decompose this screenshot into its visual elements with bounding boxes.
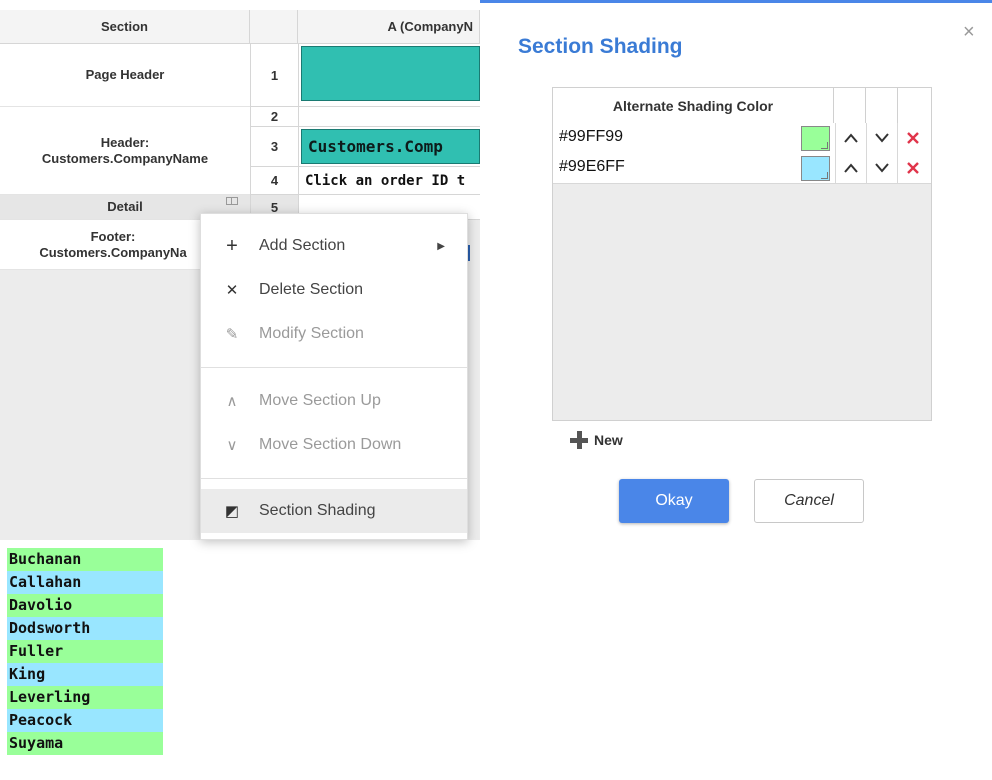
close-icon: ✕ <box>225 282 239 299</box>
cell-a4[interactable]: Click an order ID t <box>298 167 480 195</box>
chevron-down-icon <box>875 163 889 173</box>
cell-a3[interactable]: Customers.Comp <box>301 129 480 164</box>
submenu-arrow-icon: ▶ <box>437 240 445 252</box>
menu-item-modify-section-label: Modify Section <box>259 325 364 342</box>
alternate-shading-color-header: Alternate Shading Color <box>553 88 834 123</box>
chevron-down-icon: ∨ <box>226 437 238 454</box>
row-number-3-label: 3 <box>270 139 279 154</box>
context-menu: + Add Section ▶ ✕ Delete Section ✎ Modif… <box>200 213 468 540</box>
header-blank-cell <box>866 88 898 123</box>
shading-color-table: Alternate Shading Color #99FF99 #99E6FF <box>552 87 932 421</box>
menu-separator <box>201 478 467 479</box>
menu-item-section-shading[interactable]: ◩ Section Shading <box>201 489 467 533</box>
list-item: Peacock <box>7 709 163 732</box>
section-page-header[interactable]: Page Header <box>0 44 250 107</box>
okay-button[interactable]: Okay <box>619 479 729 523</box>
delete-x-icon <box>907 162 919 174</box>
row-number-4-label: 4 <box>270 173 279 188</box>
menu-item-add-section-label: Add Section <box>259 237 346 254</box>
plus-icon: + <box>226 234 238 257</box>
delete-row-button[interactable] <box>897 153 928 183</box>
delete-x-icon <box>907 132 919 144</box>
move-up-button[interactable] <box>835 153 866 183</box>
cell-a2[interactable] <box>298 107 480 127</box>
section-column-header: Section <box>0 10 250 44</box>
menu-item-move-section-down-label: Move Section Down <box>259 436 402 453</box>
row-number-1[interactable]: 1 <box>250 44 298 107</box>
list-item: King <box>7 663 163 686</box>
section-detail-label: Detail <box>107 199 143 214</box>
shading-table-header-row: Alternate Shading Color <box>553 88 931 124</box>
section-detail-toggle-icon[interactable] <box>226 197 238 205</box>
shading-icon: ◩ <box>224 503 240 520</box>
menu-separator <box>201 367 467 368</box>
menu-item-add-section[interactable]: + Add Section ▶ <box>201 224 467 268</box>
delete-row-button[interactable] <box>897 123 928 153</box>
new-row-button-label: New <box>594 432 623 448</box>
move-down-button[interactable] <box>866 123 897 153</box>
section-shading-dialog: Section Shading × Alternate Shading Colo… <box>480 0 992 540</box>
close-icon[interactable]: × <box>963 21 975 44</box>
chevron-up-icon <box>844 163 858 173</box>
column-a-header[interactable]: A (CompanyN <box>298 10 480 44</box>
shaded-preview-list: Buchanan Callahan Davolio Dodsworth Full… <box>7 548 163 755</box>
chevron-up-icon: ∧ <box>226 393 238 410</box>
move-down-button[interactable] <box>866 153 897 183</box>
list-item: Fuller <box>7 640 163 663</box>
menu-item-move-section-up-label: Move Section Up <box>259 392 381 409</box>
list-item: Buchanan <box>7 548 163 571</box>
chevron-up-icon <box>844 133 858 143</box>
cell-a4-text: Click an order ID t <box>305 172 466 189</box>
cell-a3-text: Customers.Comp <box>308 137 443 156</box>
list-item: Suyama <box>7 732 163 755</box>
pencil-icon: ✎ <box>225 326 239 343</box>
row-number-1-label: 1 <box>270 67 279 83</box>
shading-row: #99FF99 <box>553 123 931 154</box>
list-item: Davolio <box>7 594 163 617</box>
shading-row: #99E6FF <box>553 153 931 184</box>
menu-item-move-section-up[interactable]: ∧ Move Section Up <box>201 379 467 423</box>
section-group-footer-label: Footer: Customers.CompanyNa <box>39 228 187 260</box>
row-number-3[interactable]: 3 <box>250 127 298 167</box>
menu-item-section-shading-label: Section Shading <box>259 502 376 519</box>
list-item: Dodsworth <box>7 617 163 640</box>
list-item: Callahan <box>7 571 163 594</box>
new-row-button[interactable]: New <box>570 431 623 449</box>
row-number-column-header <box>250 10 298 44</box>
cancel-button[interactable]: Cancel <box>754 479 864 523</box>
row-number-4[interactable]: 4 <box>250 167 298 195</box>
color-swatch[interactable] <box>801 156 830 181</box>
dialog-title: Section Shading <box>518 35 683 58</box>
column-a-header-label: A (CompanyN <box>387 19 473 34</box>
plus-icon <box>570 431 588 449</box>
chevron-down-icon <box>875 133 889 143</box>
section-column-header-label: Section <box>101 19 148 34</box>
menu-item-move-section-down[interactable]: ∨ Move Section Down <box>201 423 467 467</box>
section-group-header-label: Header: Customers.CompanyName <box>41 134 209 166</box>
row-number-2[interactable]: 2 <box>250 107 298 127</box>
shading-color-value[interactable]: #99FF99 <box>559 128 623 146</box>
menu-item-delete-section[interactable]: ✕ Delete Section <box>201 268 467 312</box>
shading-color-value[interactable]: #99E6FF <box>559 158 625 176</box>
section-group-header[interactable]: Header: Customers.CompanyName <box>0 107 250 195</box>
section-page-header-label: Page Header <box>85 67 165 82</box>
header-blank-cell <box>834 88 866 123</box>
cell-a3-wrapper: Customers.Comp <box>298 127 480 167</box>
color-swatch[interactable] <box>801 126 830 151</box>
menu-item-delete-section-label: Delete Section <box>259 281 364 298</box>
move-up-button[interactable] <box>835 123 866 153</box>
cell-a1[interactable] <box>301 46 480 101</box>
menu-item-modify-section[interactable]: ✎ Modify Section <box>201 312 467 356</box>
header-blank-cell <box>898 88 931 123</box>
cell-a1-wrapper <box>298 44 480 107</box>
grid-top-spacer <box>0 0 480 10</box>
list-item: Leverling <box>7 686 163 709</box>
row-number-2-label: 2 <box>270 109 279 124</box>
